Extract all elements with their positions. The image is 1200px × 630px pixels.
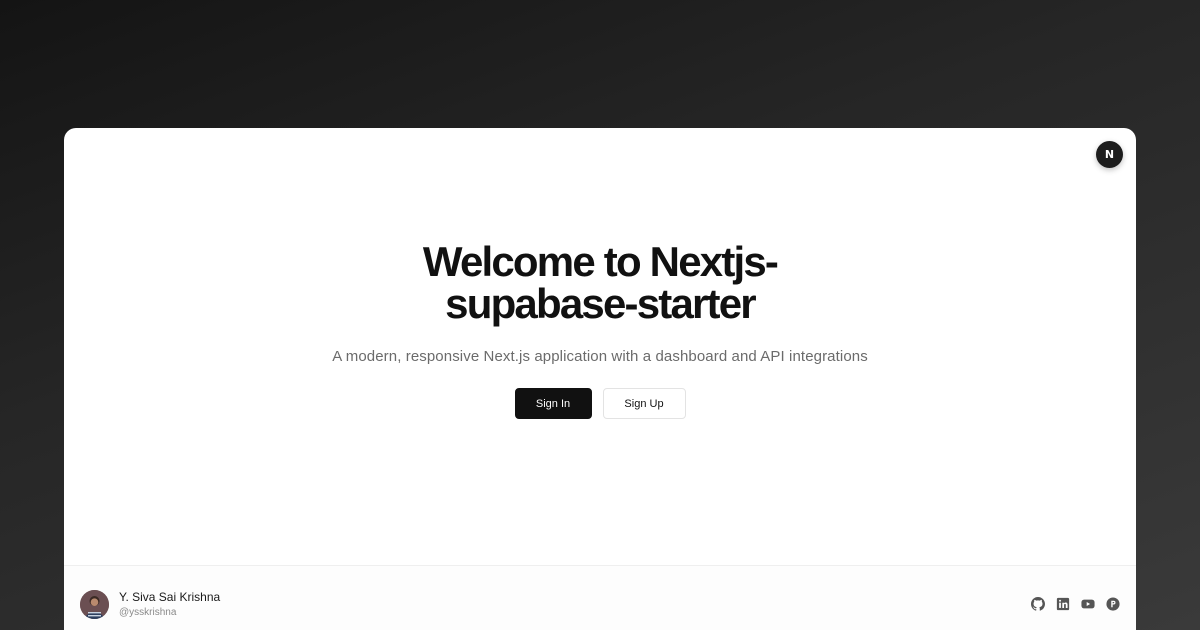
avatar[interactable] [80, 590, 109, 619]
author-handle[interactable]: @ysskrishna [119, 607, 176, 618]
sign-in-button[interactable]: Sign In [514, 388, 592, 419]
hero-section: Welcome to Nextjs-supabase-starter A mod… [64, 241, 1136, 419]
youtube-icon[interactable] [1081, 597, 1095, 611]
nextjs-logo-letter: N [1104, 148, 1115, 161]
main-card: N Welcome to Nextjs-supabase-starter A m… [64, 128, 1136, 630]
page-title: Welcome to Nextjs-supabase-starter [422, 238, 779, 327]
author-name: Y. Siva Sai Krishna [119, 590, 221, 604]
github-icon[interactable] [1031, 597, 1045, 611]
social-links [1031, 597, 1120, 611]
nextjs-logo-icon[interactable]: N [1096, 141, 1123, 168]
footer: Y. Siva Sai Krishna @ysskrishna [64, 565, 1136, 630]
producthunt-icon[interactable] [1106, 597, 1120, 611]
sign-up-button[interactable]: Sign Up [602, 388, 686, 419]
auth-actions: Sign In Sign Up [64, 388, 1136, 419]
avatar-image [80, 590, 109, 619]
page-subtitle: A modern, responsive Next.js application… [332, 348, 868, 365]
linkedin-icon[interactable] [1056, 597, 1070, 611]
